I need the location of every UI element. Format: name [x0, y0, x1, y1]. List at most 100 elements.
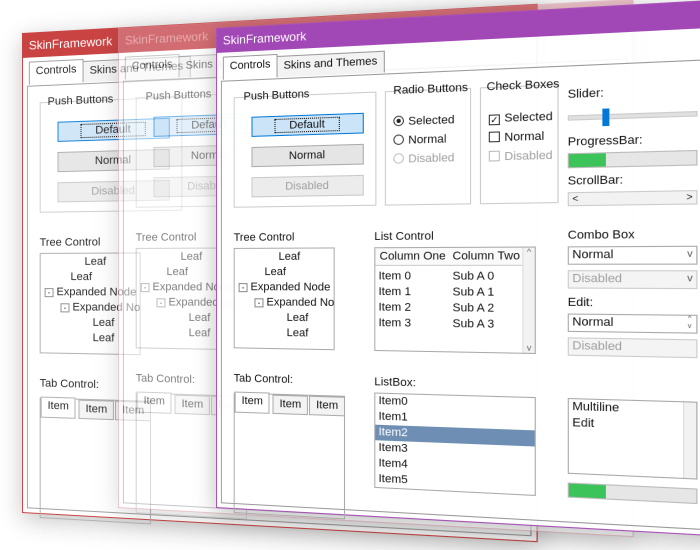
list-vertical-scrollbar[interactable]: ^ v	[522, 247, 535, 353]
tab-control-item[interactable]: Item	[78, 399, 115, 421]
list-rows: Item 0 Sub A 0 Item 1 Sub A 1 Item 2 Sub A …	[375, 269, 522, 333]
checkmark-icon[interactable]: ✓	[488, 114, 500, 126]
table-row[interactable]: Item 2 Sub A 2	[375, 300, 522, 317]
slider-thumb[interactable]	[602, 108, 610, 127]
tree-leaf[interactable]: Leaf	[93, 317, 115, 329]
default-button[interactable]: Default	[251, 112, 364, 137]
tree-leaf[interactable]: Leaf	[166, 266, 188, 278]
collapse-icon[interactable]: -	[156, 298, 166, 308]
edit-label: Edit:	[567, 296, 594, 310]
tree-leaf[interactable]: Leaf	[189, 312, 211, 324]
tree-leaf[interactable]: Leaf	[264, 266, 286, 278]
scroll-down-icon[interactable]: v	[523, 343, 534, 353]
window-title: SkinFramework	[124, 29, 209, 48]
collapse-icon[interactable]: -	[254, 298, 264, 308]
list-header: Column One Column Two	[375, 247, 535, 266]
window-title: SkinFramework	[222, 29, 307, 48]
table-row[interactable]: Item 1 Sub A 1	[375, 285, 522, 302]
collapse-icon[interactable]: -	[44, 288, 54, 298]
window-title: SkinFramework	[28, 34, 113, 53]
progress-bar-secondary	[567, 482, 698, 505]
tab-control-item[interactable]: Item	[272, 394, 309, 416]
tab-controls[interactable]: Controls	[124, 53, 180, 80]
collapse-icon[interactable]: -	[140, 283, 150, 293]
progress-fill	[568, 483, 607, 499]
radio-disabled: Disabled	[393, 152, 454, 166]
scroll-up-icon[interactable]: ^	[523, 248, 534, 258]
push-buttons-label: Push Buttons	[145, 88, 212, 103]
radio-selected[interactable]: Selected	[393, 114, 454, 129]
spin-down-icon[interactable]: v	[684, 324, 695, 332]
spin-up-icon[interactable]: ^	[684, 316, 695, 324]
radio-disabled-icon	[393, 153, 404, 164]
multiline-scrollbar[interactable]	[682, 402, 697, 479]
tree-leaf[interactable]: Leaf	[70, 271, 92, 283]
tab-control-item[interactable]: Item	[136, 391, 172, 414]
tree-leaf[interactable]: Leaf	[189, 327, 211, 340]
progress-fill	[568, 153, 607, 168]
edit-field-disabled: Disabled	[567, 337, 698, 359]
radio-on-icon[interactable]	[393, 115, 404, 127]
scroll-right-icon[interactable]: >	[686, 191, 692, 202]
slider-track[interactable]	[567, 110, 698, 121]
checkbox-disabled: Disabled	[488, 149, 553, 163]
collapse-icon[interactable]: -	[238, 283, 248, 293]
tree-leaf[interactable]: Leaf	[85, 256, 107, 268]
checkbox-selected[interactable]: ✓ Selected	[488, 110, 553, 126]
scroll-left-icon[interactable]: <	[572, 193, 578, 204]
list-control-label: List Control	[374, 230, 434, 244]
tab-control-label: Tab Control:	[135, 372, 195, 387]
tree-node[interactable]: -Expanded Node	[238, 281, 330, 294]
push-buttons-label: Push Buttons	[243, 88, 310, 103]
table-row[interactable]: Item 0 Sub A 0	[375, 269, 522, 285]
progress-bar-label: ProgressBar:	[567, 133, 643, 149]
slider-label: Slider:	[567, 86, 604, 102]
skin-window-purple: SkinFramework x Controls Skins and Theme…	[216, 0, 700, 538]
combo-box-disabled: Disabled v	[567, 270, 698, 290]
collapse-icon[interactable]: -	[60, 303, 70, 313]
progress-bar	[567, 149, 698, 169]
tab-control-item[interactable]: Item	[174, 394, 211, 416]
tree-control-label: Tree Control	[39, 236, 101, 249]
tab-control-item[interactable]: Item	[308, 395, 346, 417]
tree-leaf[interactable]: Leaf	[93, 332, 115, 345]
checkbox-normal[interactable]: Normal	[488, 130, 544, 144]
list-box[interactable]: Item0 Item1 Item2 Item3 Item4 Item5	[374, 392, 536, 497]
push-buttons-label: Push Buttons	[47, 93, 114, 109]
normal-button[interactable]: Normal	[251, 143, 364, 168]
controls-panel: Push Buttons Default Normal Disabled Rad…	[220, 58, 700, 532]
tab-control: Item Item Item	[233, 391, 346, 520]
tree-node[interactable]: -Expanded Node	[254, 296, 335, 309]
tab-control-item[interactable]: Item	[40, 396, 76, 419]
chevron-down-icon[interactable]: v	[687, 248, 692, 259]
horizontal-scrollbar[interactable]: < >	[567, 190, 698, 207]
checkbox-disabled-icon	[488, 150, 500, 162]
multiline-edit-line: Edit	[572, 416, 595, 431]
radio-off-icon[interactable]	[393, 134, 404, 146]
tree-leaf[interactable]: Leaf	[287, 312, 309, 324]
tree-leaf[interactable]: Leaf	[279, 251, 301, 263]
spin-buttons[interactable]: ^ v	[684, 316, 695, 333]
tree-control-label: Tree Control	[233, 231, 295, 244]
column-header[interactable]: Column Two	[453, 250, 520, 263]
tree-leaf[interactable]: Leaf	[287, 327, 309, 340]
tab-controls[interactable]: Controls	[28, 58, 84, 85]
list-box-label: ListBox:	[374, 375, 416, 390]
scroll-bar-label: ScrollBar:	[567, 173, 624, 188]
tree-leaf[interactable]: Leaf	[181, 251, 203, 263]
column-header[interactable]: Column One	[380, 250, 446, 263]
checkbox-empty-icon[interactable]	[488, 131, 500, 143]
combo-box-label: Combo Box	[567, 228, 635, 243]
list-control[interactable]: Column One Column Two Item 0 Sub A 0 Item…	[374, 246, 536, 355]
tree-control-label: Tree Control	[135, 231, 197, 244]
tree-control[interactable]: Leaf Leaf -Expanded Node -Expanded Node …	[233, 247, 335, 351]
table-row[interactable]: Item 3 Sub A 3	[375, 316, 522, 334]
edit-field[interactable]: Normal ^ v	[567, 313, 698, 334]
disabled-button: Disabled	[251, 174, 364, 198]
tab-control-item[interactable]: Item	[234, 391, 270, 414]
combo-box[interactable]: Normal v	[567, 245, 698, 265]
tab-controls[interactable]: Controls	[222, 53, 278, 80]
multiline-edit[interactable]: Multiline Edit	[567, 397, 698, 480]
tab-control-label: Tab Control:	[39, 377, 99, 392]
radio-normal[interactable]: Normal	[393, 133, 446, 147]
